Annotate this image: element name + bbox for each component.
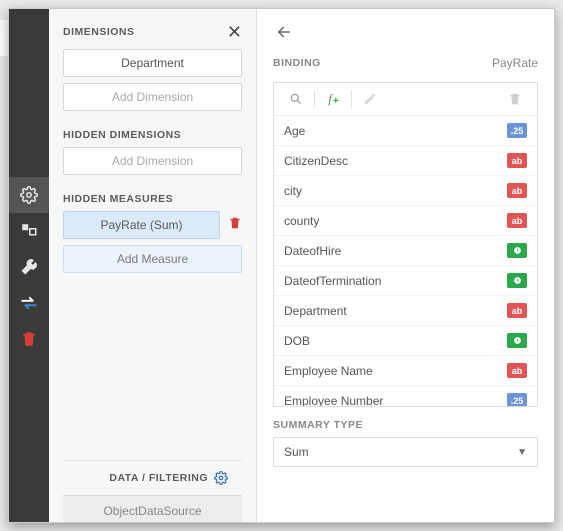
field-type-badge: ab [507,213,527,228]
hidden-dimensions-heading: HIDDEN DIMENSIONS [63,129,242,141]
field-type-badge: ab [507,303,527,318]
field-item[interactable]: county ab [274,206,537,236]
dimension-item[interactable]: Department [63,49,242,77]
add-calculated-field-icon[interactable]: f+ [319,89,347,109]
summary-type-label: SUMMARY TYPE [273,419,538,431]
field-label: CitizenDesc [284,154,348,168]
field-item[interactable]: Department ab [274,296,537,326]
field-item[interactable]: Employee Number .25 [274,386,537,406]
field-picker: f+ Age .25 CitizenDesc ab city ab county ab Date… [273,82,538,407]
field-label: Employee Number [284,394,383,407]
field-type-badge [507,273,527,288]
field-list[interactable]: Age .25 CitizenDesc ab city ab county ab DateofH… [274,116,537,406]
binding-value: PayRate [492,56,538,70]
trash-icon[interactable] [9,321,49,357]
field-label: county [284,214,319,228]
field-label: city [284,184,302,198]
add-dimension-button[interactable]: Add Dimension [63,83,242,111]
dimensions-panel: DIMENSIONS ✕ Department Add Dimension HI… [49,9,257,522]
field-type-badge: .25 [507,123,527,138]
gear-icon [214,471,228,485]
field-label: Department [284,304,347,318]
data-filtering-header[interactable]: DATA / FILTERING [63,461,242,495]
remove-measure-icon[interactable] [228,216,242,235]
field-label: DOB [284,334,310,348]
divider [351,90,352,108]
data-filtering-label: DATA / FILTERING [109,472,208,484]
side-toolbar [9,9,49,522]
search-icon[interactable] [282,89,310,109]
binding-panel: BINDING PayRate f+ Age.25CitizenDescabci… [257,9,554,522]
field-type-badge: ab [507,183,527,198]
add-hidden-dimension-button[interactable]: Add Dimension [63,147,242,175]
chevron-down-icon: ▼ [517,447,527,458]
field-label: DateofHire [284,244,341,258]
back-icon[interactable] [273,21,295,43]
transfer-icon[interactable] [9,285,49,321]
summary-type-section: SUMMARY TYPE Sum ▼ [257,407,554,483]
data-source-row[interactable]: ObjectDataSource [63,495,242,522]
field-item[interactable]: Age .25 [274,116,537,146]
edit-icon[interactable] [356,89,384,109]
field-item[interactable]: DOB [274,326,537,356]
hidden-measures-heading: HIDDEN MEASURES [63,193,242,205]
field-label: Age [284,124,305,138]
field-type-badge: .25 [507,393,527,406]
close-icon[interactable]: ✕ [227,23,242,41]
dimensions-heading: DIMENSIONS [63,26,135,38]
field-item[interactable]: DateofHire [274,236,537,266]
delete-field-icon[interactable] [501,89,529,109]
editor-popup: DIMENSIONS ✕ Department Add Dimension HI… [8,8,555,523]
field-item[interactable]: city ab [274,176,537,206]
summary-type-select[interactable]: Sum ▼ [273,437,538,467]
hidden-measure-item[interactable]: PayRate (Sum) [63,211,220,239]
binding-label: BINDING [273,57,321,69]
field-type-badge [507,243,527,258]
layout-icon[interactable] [9,213,49,249]
field-toolbar: f+ [274,83,537,116]
wrench-icon[interactable] [9,249,49,285]
field-label: Employee Name [284,364,373,378]
field-item[interactable]: DateofTermination [274,266,537,296]
field-type-badge: ab [507,153,527,168]
field-item[interactable]: CitizenDesc ab [274,146,537,176]
field-type-badge: ab [507,363,527,378]
divider [314,90,315,108]
settings-icon[interactable] [9,177,49,213]
field-item[interactable]: Employee Name ab [274,356,537,386]
field-label: DateofTermination [284,274,381,288]
field-type-badge [507,333,527,348]
add-measure-button[interactable]: Add Measure [63,245,242,273]
summary-type-value: Sum [284,445,309,459]
